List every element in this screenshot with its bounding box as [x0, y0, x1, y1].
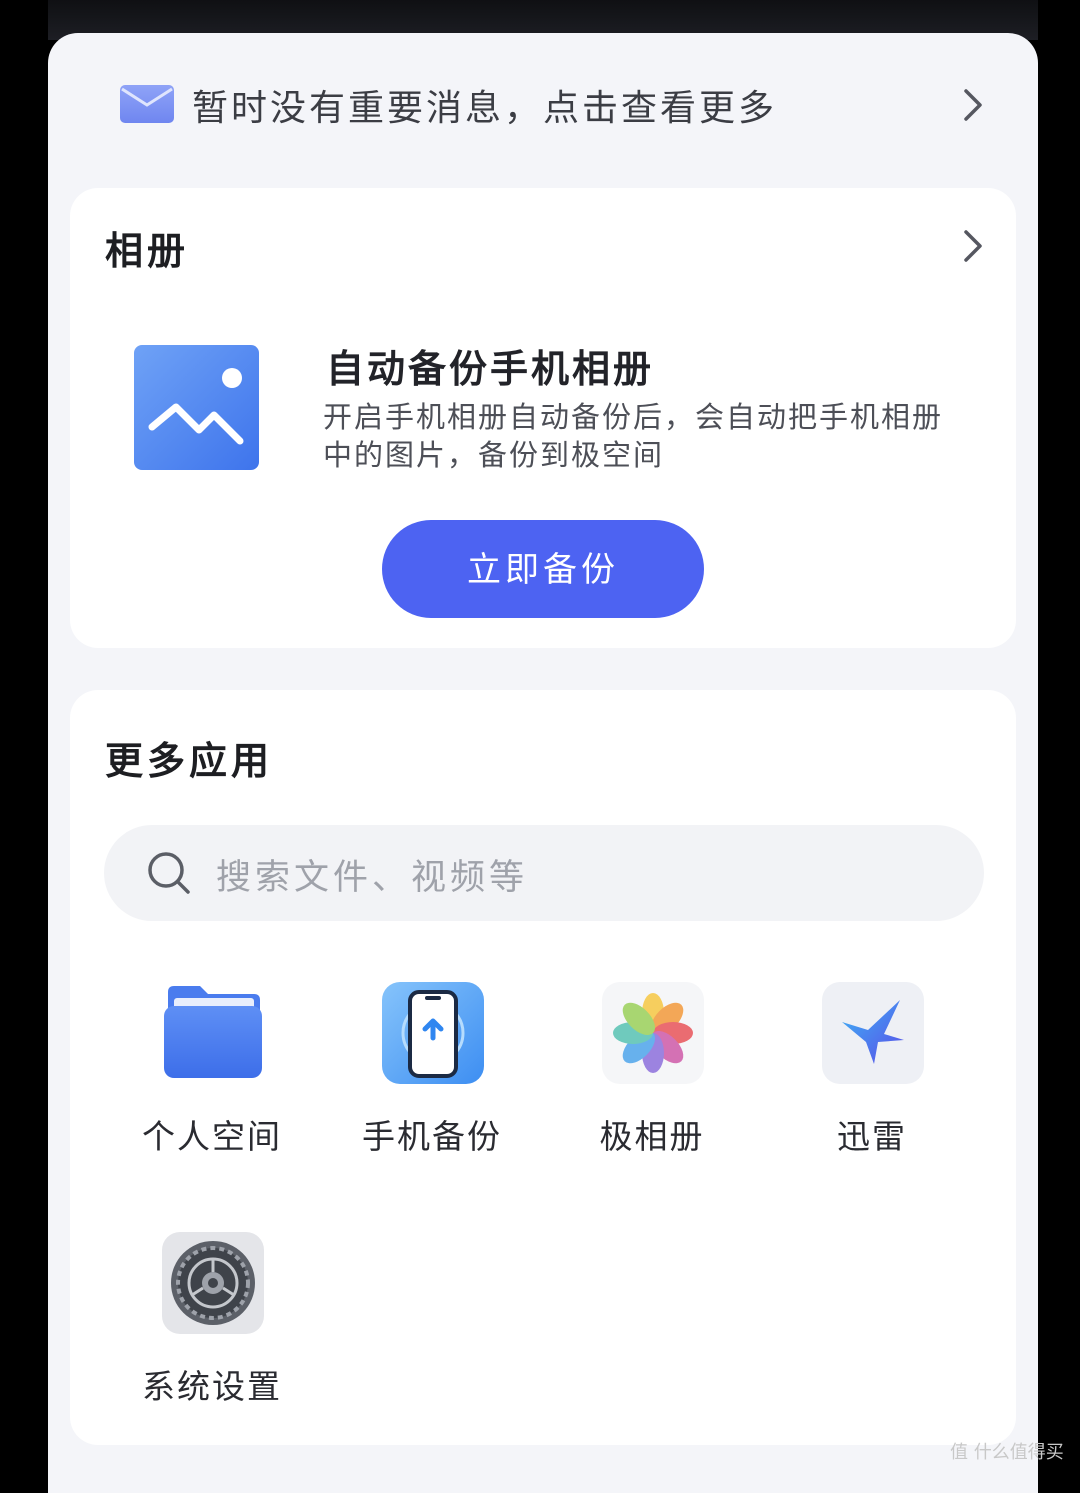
phone-backup-icon	[382, 982, 484, 1084]
message-bar[interactable]: 暂时没有重要消息，点击查看更多	[48, 33, 1038, 173]
backup-title: 自动备份手机相册	[326, 347, 655, 391]
mail-icon	[120, 85, 174, 123]
app-screen: 暂时没有重要消息，点击查看更多 相册 自动备份手机相册 开启手机相册自动备份后，…	[48, 33, 1038, 1493]
app-xunlei[interactable]: 迅雷	[772, 980, 972, 1180]
album-chevron-right-icon[interactable]	[960, 226, 986, 266]
message-text: 暂时没有重要消息，点击查看更多	[192, 88, 778, 129]
search-icon	[148, 852, 190, 894]
backup-now-button[interactable]: 立即备份	[382, 520, 704, 618]
album-card: 相册 自动备份手机相册 开启手机相册自动备份后，会自动把手机相册中的图片，备份到…	[70, 188, 1016, 648]
more-apps-title: 更多应用	[105, 739, 274, 783]
image-icon	[134, 345, 259, 470]
app-photos[interactable]: 极相册	[552, 980, 752, 1180]
search-placeholder: 搜索文件、视频等	[216, 858, 529, 898]
settings-gear-icon	[162, 1232, 264, 1334]
more-apps-card: 更多应用 搜索文件、视频等 个人空间 手机备份 极相册 迅雷 系统设置	[70, 690, 1016, 1445]
app-label: 极相册	[599, 1117, 705, 1156]
watermark: 值 什么值得买	[950, 1442, 1064, 1463]
album-title[interactable]: 相册	[105, 220, 189, 275]
app-personal-space[interactable]: 个人空间	[112, 980, 312, 1180]
chevron-right-icon	[964, 89, 982, 121]
app-label: 系统设置	[142, 1367, 282, 1406]
app-label: 个人空间	[142, 1117, 282, 1156]
search-input[interactable]: 搜索文件、视频等	[104, 825, 984, 921]
app-label: 迅雷	[837, 1117, 907, 1156]
photos-icon	[602, 982, 704, 1084]
app-phone-backup[interactable]: 手机备份	[332, 980, 532, 1180]
folder-icon	[164, 986, 262, 1078]
app-system-settings[interactable]: 系统设置	[112, 1230, 312, 1430]
backup-description: 开启手机相册自动备份后，会自动把手机相册中的图片，备份到极空间	[323, 400, 944, 472]
xunlei-icon	[822, 982, 924, 1084]
app-label: 手机备份	[362, 1117, 502, 1156]
